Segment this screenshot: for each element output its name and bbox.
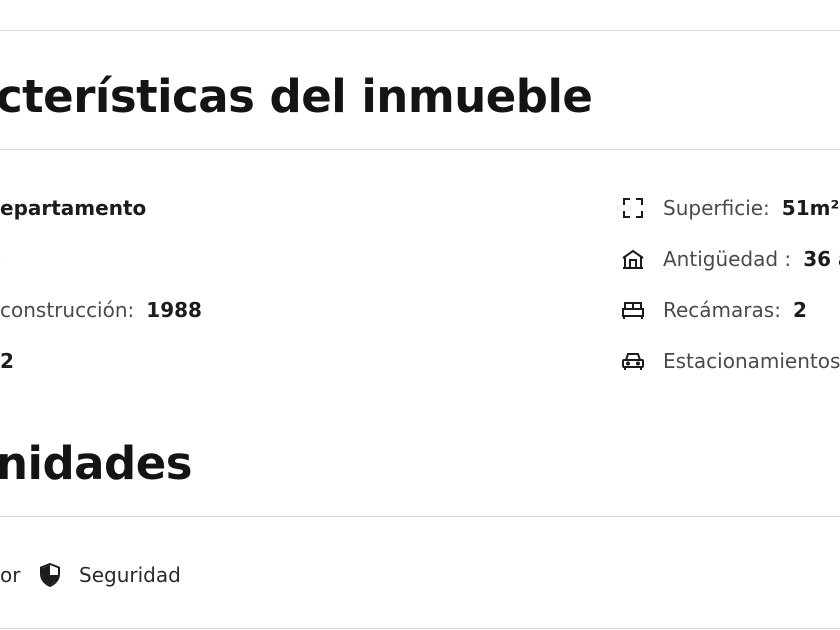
amenity-security: Seguridad bbox=[38, 560, 181, 590]
bottom-divider bbox=[0, 628, 840, 629]
shield-icon bbox=[38, 563, 62, 587]
car-icon bbox=[621, 349, 645, 373]
surface-row: Superficie: 51m² bbox=[621, 193, 839, 223]
amenity-item-1-label: or bbox=[0, 563, 21, 587]
age-row: Antigüedad : 36 a bbox=[621, 244, 840, 274]
left-row-2: ) bbox=[0, 244, 2, 274]
property-details-page: cterísticas del inmueble epartamento ) c… bbox=[0, 0, 840, 630]
bedrooms-value: 2 bbox=[792, 298, 807, 322]
age-label: Antigüedad : bbox=[663, 247, 792, 271]
surface-value: 51m² bbox=[781, 196, 840, 220]
amenities-divider bbox=[0, 516, 840, 517]
construction-year-label: construcción: bbox=[0, 298, 135, 322]
bed-icon bbox=[621, 298, 645, 322]
property-type-value: epartamento bbox=[0, 196, 147, 220]
age-value: 36 a bbox=[803, 247, 840, 271]
parking-label: Estacionamientos bbox=[663, 349, 840, 373]
surface-label: Superficie: bbox=[663, 196, 770, 220]
bedrooms-row: Recámaras: 2 bbox=[621, 295, 807, 325]
construction-year-row: construcción: 1988 bbox=[0, 295, 202, 325]
expand-corners-icon bbox=[621, 196, 645, 220]
features-divider bbox=[0, 149, 840, 150]
property-type-row: epartamento bbox=[0, 193, 146, 223]
building-icon bbox=[621, 247, 645, 271]
left-row-2-value: ) bbox=[0, 247, 2, 271]
left-row-4-value: 2 bbox=[0, 349, 14, 373]
left-row-4: 2 bbox=[0, 346, 14, 376]
bedrooms-label: Recámaras: bbox=[663, 298, 781, 322]
amenities-heading: nidades bbox=[0, 437, 193, 490]
features-heading: cterísticas del inmueble bbox=[0, 70, 593, 123]
amenity-item-1: or bbox=[0, 560, 20, 590]
top-divider bbox=[0, 30, 840, 31]
parking-row: Estacionamientos bbox=[621, 346, 840, 376]
construction-year-value: 1988 bbox=[146, 298, 202, 322]
amenity-security-label: Seguridad bbox=[79, 563, 181, 587]
